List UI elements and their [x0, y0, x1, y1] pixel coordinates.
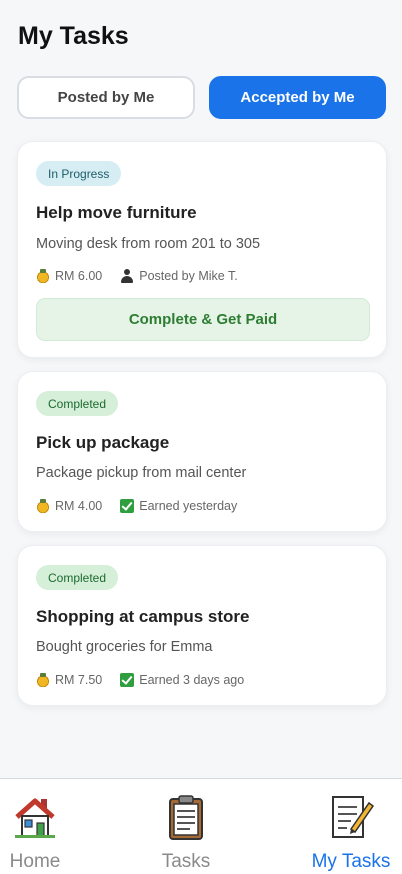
- task-meta: RM 7.50 Earned 3 days ago: [36, 673, 244, 687]
- task-title: Pick up package: [36, 433, 170, 452]
- nav-my-tasks-label: My Tasks: [311, 851, 391, 872]
- task-meta: RM 6.00 Posted by Mike T.: [36, 269, 238, 283]
- task-description: Package pickup from mail center: [36, 465, 247, 481]
- task-title: Help move furniture: [36, 203, 197, 222]
- money-bag-icon: [36, 673, 50, 687]
- my-tasks-screen: My Tasks Posted by Me Accepted by Me In …: [0, 0, 402, 778]
- clipboard-icon: [169, 795, 203, 840]
- money-bag-icon: [36, 499, 50, 513]
- nav-tasks[interactable]: Tasks: [131, 779, 241, 874]
- task-amount: RM 7.50: [55, 673, 103, 687]
- accepted-by-me-tab[interactable]: Accepted by Me: [209, 76, 386, 119]
- complete-and-get-paid-button[interactable]: Complete & Get Paid: [36, 298, 370, 341]
- task-poster: Posted by Mike T.: [139, 269, 238, 283]
- posted-by-me-tab[interactable]: Posted by Me: [17, 76, 195, 119]
- nav-my-tasks[interactable]: My Tasks: [296, 779, 402, 874]
- task-card[interactable]: Completed Pick up package Package pickup…: [17, 371, 387, 532]
- person-icon: [120, 269, 134, 283]
- task-earned-time: Earned yesterday: [139, 499, 238, 513]
- status-badge: In Progress: [36, 161, 122, 186]
- nav-home-label: Home: [9, 851, 61, 872]
- task-amount: RM 6.00: [55, 269, 103, 283]
- bottom-navigation: Home Tasks My Tasks: [0, 778, 402, 874]
- check-mark-icon: [120, 673, 135, 687]
- task-card[interactable]: In Progress Help move furniture Moving d…: [17, 141, 387, 358]
- task-meta: RM 4.00 Earned yesterday: [36, 499, 237, 513]
- task-description: Moving desk from room 201 to 305: [36, 236, 261, 252]
- task-description: Bought groceries for Emma: [36, 639, 213, 655]
- status-badge: Completed: [36, 391, 119, 416]
- task-title: Shopping at campus store: [36, 607, 250, 626]
- house-icon: [15, 798, 55, 838]
- status-badge: Completed: [36, 565, 119, 590]
- money-bag-icon: [36, 269, 50, 283]
- task-card[interactable]: Completed Shopping at campus store Bough…: [17, 545, 387, 706]
- check-mark-icon: [120, 499, 135, 513]
- task-earned-time: Earned 3 days ago: [139, 673, 245, 687]
- nav-home[interactable]: Home: [0, 779, 90, 874]
- task-amount: RM 4.00: [55, 499, 103, 513]
- page-title: My Tasks: [18, 22, 129, 50]
- memo-icon: [332, 796, 375, 838]
- nav-tasks-label: Tasks: [161, 851, 211, 872]
